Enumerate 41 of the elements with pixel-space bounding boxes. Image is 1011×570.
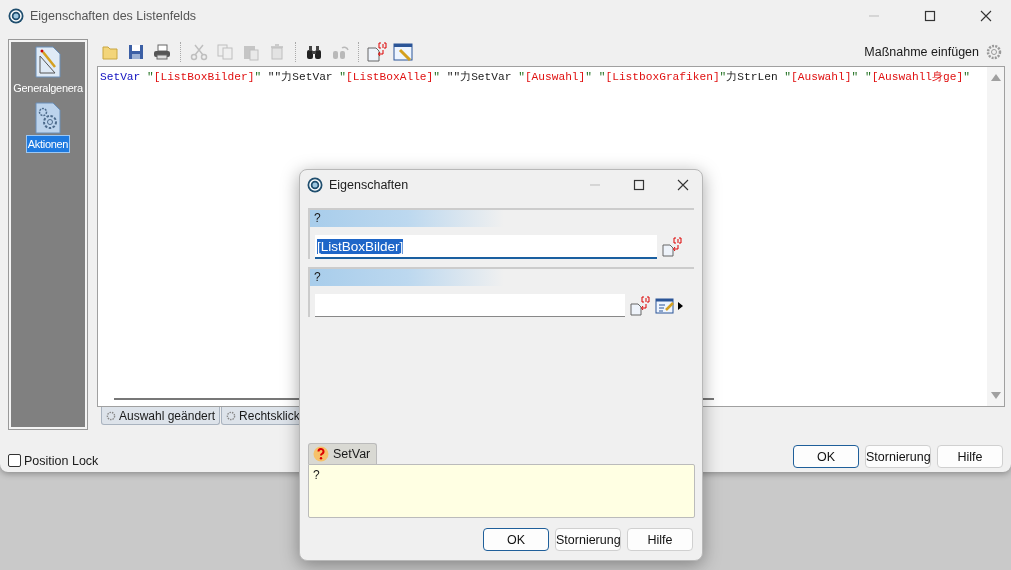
close-icon[interactable]	[980, 10, 992, 22]
scroll-up-icon[interactable]	[990, 73, 1001, 81]
printer-icon[interactable]	[153, 43, 171, 61]
edit-window-icon[interactable]	[655, 296, 675, 315]
gear-icon[interactable]	[986, 44, 1002, 60]
edit-window-icon[interactable]	[393, 42, 413, 62]
insert-variable-icon[interactable]	[662, 237, 682, 257]
question-icon	[313, 446, 329, 462]
code-line: SetVar "[ListBoxBilder]" ""力SetVar "[ListBoxAlle]" ""力SetVar "[Auswahl]" "[ListboxGrafiken]"力StrLen "[Auswahl]" "[Auswahll身ge]"	[100, 70, 971, 85]
app-icon	[307, 177, 323, 193]
checkbox-label[interactable]: Position Lock	[24, 453, 99, 468]
scroll-down-icon[interactable]	[990, 392, 1001, 400]
dialog-title: Eigenschaften	[329, 178, 409, 192]
gear-icon	[106, 410, 116, 421]
dropdown-arrow-icon[interactable]	[678, 301, 683, 310]
gear-icon	[226, 410, 237, 421]
insert-variable-icon[interactable]	[367, 42, 387, 62]
gears-icon[interactable]	[35, 102, 61, 134]
window-title: Eigenschaften des Listenfelds	[30, 9, 197, 23]
maximize-icon[interactable]	[633, 179, 645, 191]
help-tab[interactable]: SetVar	[308, 443, 378, 464]
dialog-button[interactable]: Hilfe	[627, 528, 693, 551]
dialog-button[interactable]: Hilfe	[937, 445, 1003, 468]
insert-variable-icon[interactable]	[630, 295, 650, 316]
app-icon	[8, 8, 24, 24]
dialog-button[interactable]: Stornierung	[865, 445, 931, 468]
dialog-button[interactable]: Stornierung	[555, 528, 621, 551]
checkbox[interactable]	[8, 454, 21, 467]
help-text: ?	[308, 464, 695, 518]
input-field[interactable]: [ListBoxBilder]	[315, 235, 657, 259]
dialog-button[interactable]: OK	[793, 445, 859, 468]
insert-action-label[interactable]: Maßnahme einfügen	[864, 45, 979, 59]
binoculars-icon[interactable]	[305, 43, 323, 61]
close-icon[interactable]	[677, 179, 689, 191]
sidebar-item[interactable]: Generalgenera	[12, 80, 84, 96]
input-field[interactable]	[315, 294, 625, 317]
maximize-icon[interactable]	[924, 10, 936, 22]
dialog-button[interactable]: OK	[483, 528, 549, 551]
sidebar-item[interactable]: Aktionen	[26, 136, 70, 152]
ruler-pencil-icon[interactable]	[35, 46, 61, 78]
event-tab[interactable]: Auswahl geändert	[101, 407, 221, 425]
